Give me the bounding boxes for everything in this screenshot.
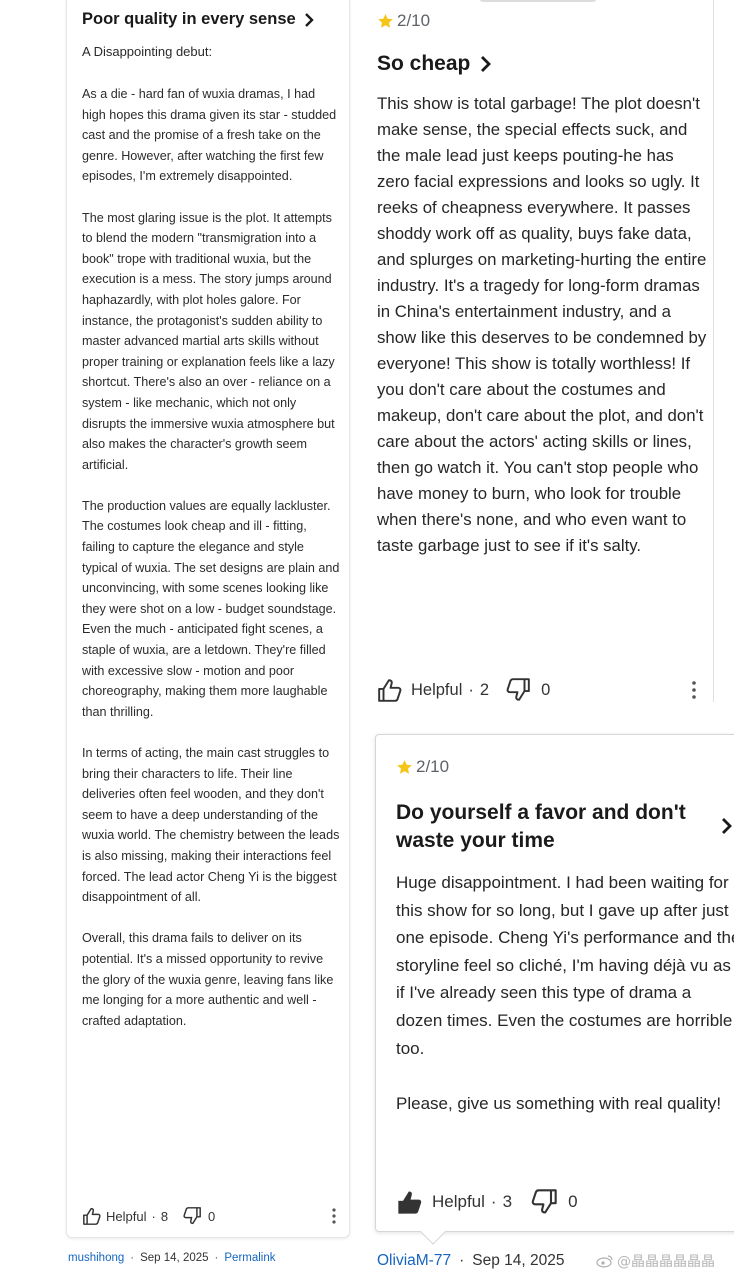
top-tab-handle: [478, 0, 598, 2]
dot-separator: ·: [214, 1252, 219, 1264]
watermark: @晶晶晶晶晶晶: [596, 1251, 715, 1271]
thumbs-up-icon[interactable]: [377, 678, 403, 702]
dot-separator: ·: [459, 1252, 465, 1269]
helpful-label[interactable]: Helpful: [432, 1192, 485, 1212]
helpful-count: 2: [479, 680, 490, 699]
right-review-2-body: Huge disappointment. I had been waiting …: [396, 869, 734, 1117]
author-link[interactable]: mushihong: [68, 1252, 124, 1264]
helpful-count: 8: [160, 1208, 169, 1224]
more-vertical-icon[interactable]: [331, 1208, 337, 1224]
thumbs-up-icon[interactable]: [396, 1189, 424, 1215]
thumbs-down-icon[interactable]: [505, 678, 531, 702]
dot-separator: ·: [468, 680, 474, 699]
right-review-1-actions: Helpful · 2 0: [377, 676, 697, 704]
chevron-right-icon[interactable]: [480, 55, 492, 73]
left-review-title-text[interactable]: Poor quality in every sense: [82, 10, 296, 29]
right-review-2-title[interactable]: Do yourself a favor and don't waste your…: [396, 799, 716, 855]
right-review-1-body: This show is total garbage! The plot doe…: [377, 94, 707, 555]
review-date: Sep 14, 2025: [472, 1252, 565, 1269]
card-notch: [420, 1219, 446, 1245]
rating: 2/10: [396, 757, 449, 777]
review-paragraph: Huge disappointment. I had been waiting …: [396, 873, 734, 1058]
thumbs-down-icon[interactable]: [182, 1207, 202, 1225]
helpful-label[interactable]: Helpful: [106, 1209, 146, 1224]
left-review-actions: Helpful · 8 0: [82, 1204, 337, 1228]
right-review-card-2: 2/10 Do yourself a favor and don't waste…: [375, 734, 734, 1245]
left-review-paragraph: The most glaring issue is the plot. It a…: [82, 210, 335, 472]
left-review-meta: mushihong · Sep 14, 2025 · Permalink: [68, 1252, 276, 1264]
star-icon: [378, 13, 393, 28]
left-review-paragraph: Overall, this drama fails to deliver on …: [82, 931, 334, 1028]
rating-value: 2/10: [416, 757, 450, 776]
right-review-1-title[interactable]: So cheap: [377, 52, 492, 76]
helpful-count: 3: [502, 1192, 513, 1211]
helpful-label[interactable]: Helpful: [411, 681, 462, 700]
weibo-logo-icon: [596, 1255, 613, 1268]
rating: 2/10: [377, 11, 430, 31]
permalink-link[interactable]: Permalink: [224, 1252, 275, 1264]
thumbs-up-icon[interactable]: [82, 1207, 102, 1225]
not-helpful-count: 0: [208, 1208, 216, 1224]
left-review-paragraph: The production values are equally lacklu…: [82, 498, 340, 719]
star-icon: [397, 759, 412, 774]
right-review-2-actions: Helpful · 3 0: [396, 1187, 734, 1217]
dot-separator: ·: [130, 1252, 135, 1264]
watermark-text: @晶晶晶晶晶晶: [617, 1254, 715, 1270]
not-helpful-count: 0: [541, 680, 551, 699]
left-review-paragraph: In terms of acting, the main cast strugg…: [82, 746, 340, 905]
chevron-right-icon[interactable]: [721, 817, 732, 835]
rating-value: 2/10: [397, 11, 431, 30]
thumbs-down-icon[interactable]: [530, 1189, 558, 1215]
dot-separator: ·: [151, 1208, 156, 1224]
more-vertical-icon[interactable]: [691, 681, 697, 699]
author-link[interactable]: OliviaM-77: [377, 1252, 451, 1270]
left-review-title[interactable]: Poor quality in every sense: [82, 10, 314, 29]
right-review-card-1: 2/10 So cheap This show is total garbage…: [362, 0, 714, 702]
chevron-right-icon[interactable]: [304, 12, 314, 27]
right-review-meta: OliviaM-77 · Sep 14, 2025: [377, 1252, 564, 1270]
review-paragraph: Please, give us something with real qual…: [396, 1093, 722, 1113]
left-review-paragraph: As a die - hard fan of wuxia dramas, I h…: [82, 87, 337, 184]
dot-separator: ·: [490, 1192, 497, 1211]
left-review-body: As a die - hard fan of wuxia dramas, I h…: [82, 84, 342, 1052]
left-review-subtitle: A Disappointing debut:: [82, 44, 213, 59]
left-review-card: Poor quality in every sense A Disappoint…: [66, 0, 350, 1238]
review-title-text[interactable]: So cheap: [377, 52, 470, 76]
review-date: Sep 14, 2025: [140, 1252, 209, 1264]
not-helpful-count: 0: [568, 1192, 578, 1211]
